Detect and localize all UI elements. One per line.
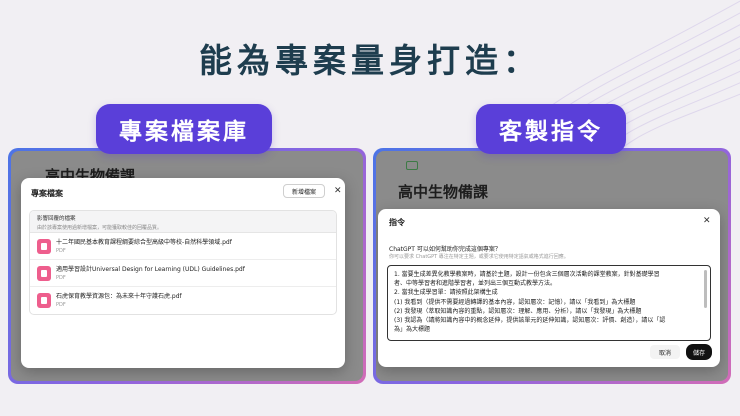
file-list-hint: 由於該專案使用過新增檔案，可能獲取較佳的回覆品質。 xyxy=(37,225,163,231)
file-type: PDF xyxy=(56,248,66,254)
file-row[interactable]: 石虎保育教學資源包：為未來十年守護石虎.pdf PDF xyxy=(30,287,336,314)
dialog-title: 指令 xyxy=(389,218,405,227)
add-file-button[interactable]: 新增檔案 xyxy=(283,184,325,198)
instruction-line: 者、中等學習者和進階學習者，並列出三個互動式教學方法。 xyxy=(394,280,557,288)
instruction-line: 2. 當我生成學習單：請按照此架構生成 xyxy=(394,289,498,297)
project-files-dialog: 專案檔案 新增檔案 ✕ 影響回覆的檔案 由於該專案使用過新增檔案，可能獲取較佳的… xyxy=(21,178,345,368)
custom-instructions-screenshot: 高中生物備課 指令 ✕ ChatGPT 可以如何幫助你完成這個專案？ 你可以要求… xyxy=(373,148,731,384)
instructions-textarea[interactable]: 1. 當要生成差異化教學教案時，請基於主題，設計一份包含三個層次活動的課堂教案，… xyxy=(387,265,711,341)
file-name: 十二年國民基本教育課程綱要綜合型高級中等校-自然科學領域.pdf xyxy=(56,239,232,246)
instructions-dialog: 指令 ✕ ChatGPT 可以如何幫助你完成這個專案？ 你可以要求 ChatGP… xyxy=(378,209,720,367)
pdf-file-icon xyxy=(37,239,51,254)
background-project-title: 高中生物備課 xyxy=(398,183,489,201)
file-type: PDF xyxy=(56,302,66,308)
file-row[interactable]: 適用學習設計Universal Design for Learning (UDL… xyxy=(30,260,336,287)
project-files-label-pill: 專案檔案庫 xyxy=(96,104,272,154)
pdf-file-icon xyxy=(37,293,51,308)
save-button[interactable]: 儲存 xyxy=(686,344,712,360)
textarea-scrollbar[interactable] xyxy=(704,270,707,308)
file-name: 石虎保育教學資源包：為未來十年守護石虎.pdf xyxy=(56,293,182,300)
instruction-line: 1. 當要生成差異化教學教案時，請基於主題，設計一份包含三個層次活動的課堂教案，… xyxy=(394,271,660,278)
cancel-button[interactable]: 取消 xyxy=(650,345,680,359)
project-files-screenshot: 高中生物備課 專案檔案 新增檔案 ✕ 影響回覆的檔案 由於該專案使用過新增檔案，… xyxy=(8,148,366,384)
instruction-line: (2) 我發現（萃取知識內容的重點，認知層次：理解、應用、分析），請以「我發現」… xyxy=(394,307,642,315)
instructions-hint: 你可以要求 ChatGPT 專注在特定主題，或要求它使用特定語氣或格式進行回應。 xyxy=(389,254,569,260)
instruction-line: 為」為大標題 xyxy=(394,326,431,334)
file-name: 適用學習設計Universal Design for Learning (UDL… xyxy=(56,266,245,273)
close-icon[interactable]: ✕ xyxy=(334,187,342,196)
instruction-line: (3) 我認為（請將知識內容中的概念延伸，提供該單元的延伸知識，認知層次：評價、… xyxy=(394,317,666,325)
custom-instructions-label-pill: 客製指令 xyxy=(476,104,626,154)
page-headline: 能為專案量身打造： xyxy=(199,41,541,80)
folder-icon xyxy=(406,161,418,170)
pdf-file-icon xyxy=(37,266,51,281)
file-type: PDF xyxy=(56,275,66,281)
close-icon[interactable]: ✕ xyxy=(703,217,711,226)
file-list-title: 影響回覆的檔案 xyxy=(37,216,76,222)
dialog-title: 專案檔案 xyxy=(31,189,63,198)
instruction-line: (1) 我看到（提供不需要經過轉譯的基本內容，認知層次：記憶），請以「我看到」為… xyxy=(394,298,636,306)
instructions-question: ChatGPT 可以如何幫助你完成這個專案？ xyxy=(389,246,501,253)
file-list: 影響回覆的檔案 由於該專案使用過新增檔案，可能獲取較佳的回覆品質。 十二年國民基… xyxy=(29,210,337,315)
file-list-header: 影響回覆的檔案 由於該專案使用過新增檔案，可能獲取較佳的回覆品質。 xyxy=(30,211,336,233)
file-row[interactable]: 十二年國民基本教育課程綱要綜合型高級中等校-自然科學領域.pdf PDF xyxy=(30,233,336,260)
